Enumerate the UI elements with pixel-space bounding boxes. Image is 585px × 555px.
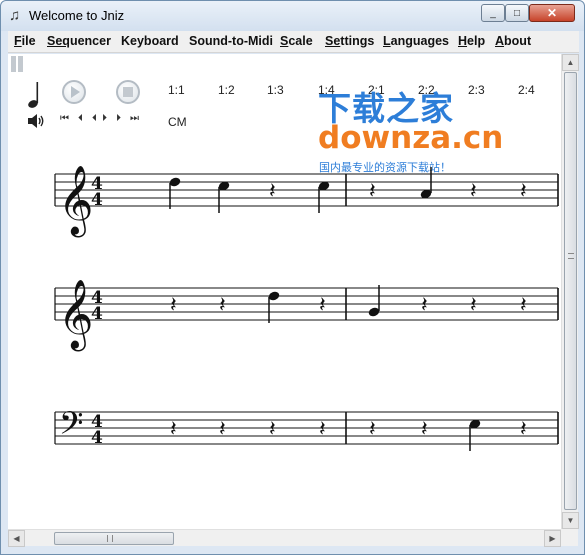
minimize-button[interactable]: _ bbox=[481, 4, 505, 22]
quarter-rest: 𝄽 bbox=[369, 179, 376, 204]
menu-file[interactable]: File bbox=[14, 34, 36, 48]
quarter-rest: 𝄽 bbox=[319, 417, 326, 442]
music-score[interactable]: 𝄞44 𝄽 𝄽 𝄽 𝄽𝄞44 𝄽 𝄽 𝄽 𝄽 𝄽 𝄽𝄢 44 𝄽 𝄽 𝄽 𝄽 𝄽 𝄽 𝄽 bbox=[8, 54, 561, 529]
close-button[interactable]: ✕ bbox=[529, 4, 575, 22]
quarter-rest: 𝄽 bbox=[520, 417, 527, 442]
quarter-rest: 𝄽 bbox=[219, 293, 226, 318]
vertical-scroll-thumb[interactable] bbox=[564, 72, 577, 510]
quarter-rest: 𝄽 bbox=[170, 293, 177, 318]
maximize-icon: □ bbox=[513, 7, 521, 19]
quarter-rest: 𝄽 bbox=[421, 417, 428, 442]
close-icon: ✕ bbox=[546, 6, 558, 20]
quarter-rest: 𝄽 bbox=[269, 417, 276, 442]
menu-help[interactable]: Help bbox=[458, 34, 485, 48]
horizontal-scroll-thumb[interactable] bbox=[54, 532, 174, 545]
menu-about[interactable]: About bbox=[495, 34, 531, 48]
menu-sound-to-midi[interactable]: Sound-to-Midi bbox=[189, 34, 273, 48]
menu-sequencer[interactable]: Sequencer bbox=[47, 34, 111, 48]
scroll-up-button[interactable]: ▲ bbox=[562, 54, 579, 71]
quarter-rest: 𝄽 bbox=[269, 179, 276, 204]
quarter-rest: 𝄽 bbox=[470, 179, 477, 204]
menu-keyboard[interactable]: Keyboard bbox=[121, 34, 179, 48]
quarter-rest: 𝄽 bbox=[470, 293, 477, 318]
grip-icon bbox=[568, 253, 574, 259]
window-title: Welcome to Jniz bbox=[29, 8, 125, 23]
app-window: ♫ Welcome to Jniz _ □ ✕ File Sequencer K… bbox=[0, 0, 585, 555]
quarter-rest: 𝄽 bbox=[170, 417, 177, 442]
time-signature-bottom: 4 bbox=[91, 428, 103, 448]
scroll-down-button[interactable]: ▼ bbox=[562, 512, 579, 529]
horizontal-scrollbar[interactable]: ◀ ▶ bbox=[8, 529, 561, 547]
quarter-rest: 𝄽 bbox=[520, 293, 527, 318]
music-note-icon: ♫ bbox=[9, 7, 21, 24]
menu-bar: File Sequencer Keyboard Sound-to-Midi Sc… bbox=[8, 31, 579, 53]
scroll-left-button[interactable]: ◀ bbox=[8, 530, 25, 547]
quarter-rest: 𝄽 bbox=[369, 417, 376, 442]
vertical-scrollbar[interactable]: ▲ ▼ bbox=[561, 54, 579, 529]
quarter-rest: 𝄽 bbox=[319, 293, 326, 318]
title-bar: ♫ Welcome to Jniz _ □ ✕ bbox=[1, 1, 584, 31]
treble-clef-icon: 𝄞 bbox=[58, 279, 93, 351]
time-signature-bottom: 4 bbox=[91, 304, 103, 324]
grip-icon bbox=[107, 535, 113, 542]
scroll-corner bbox=[561, 529, 578, 546]
quarter-rest: 𝄽 bbox=[421, 293, 428, 318]
time-signature-bottom: 4 bbox=[91, 190, 103, 210]
treble-clef-icon: 𝄞 bbox=[58, 165, 93, 237]
menu-settings[interactable]: Settings bbox=[325, 34, 374, 48]
bass-clef-icon: 𝄢 bbox=[59, 405, 83, 449]
quarter-rest: 𝄽 bbox=[520, 179, 527, 204]
scroll-right-button[interactable]: ▶ bbox=[544, 530, 561, 547]
quarter-rest: 𝄽 bbox=[219, 417, 226, 442]
minimize-icon: _ bbox=[490, 7, 496, 19]
menu-languages[interactable]: Languages bbox=[383, 34, 449, 48]
score-panel: 1:1 1:2 1:3 1:4 2:1 2:2 2:3 2:4 ⏮ ⏴ ⏴ ⏵ … bbox=[8, 54, 561, 529]
maximize-button[interactable]: □ bbox=[505, 4, 529, 22]
menu-scale[interactable]: Scale bbox=[280, 34, 313, 48]
